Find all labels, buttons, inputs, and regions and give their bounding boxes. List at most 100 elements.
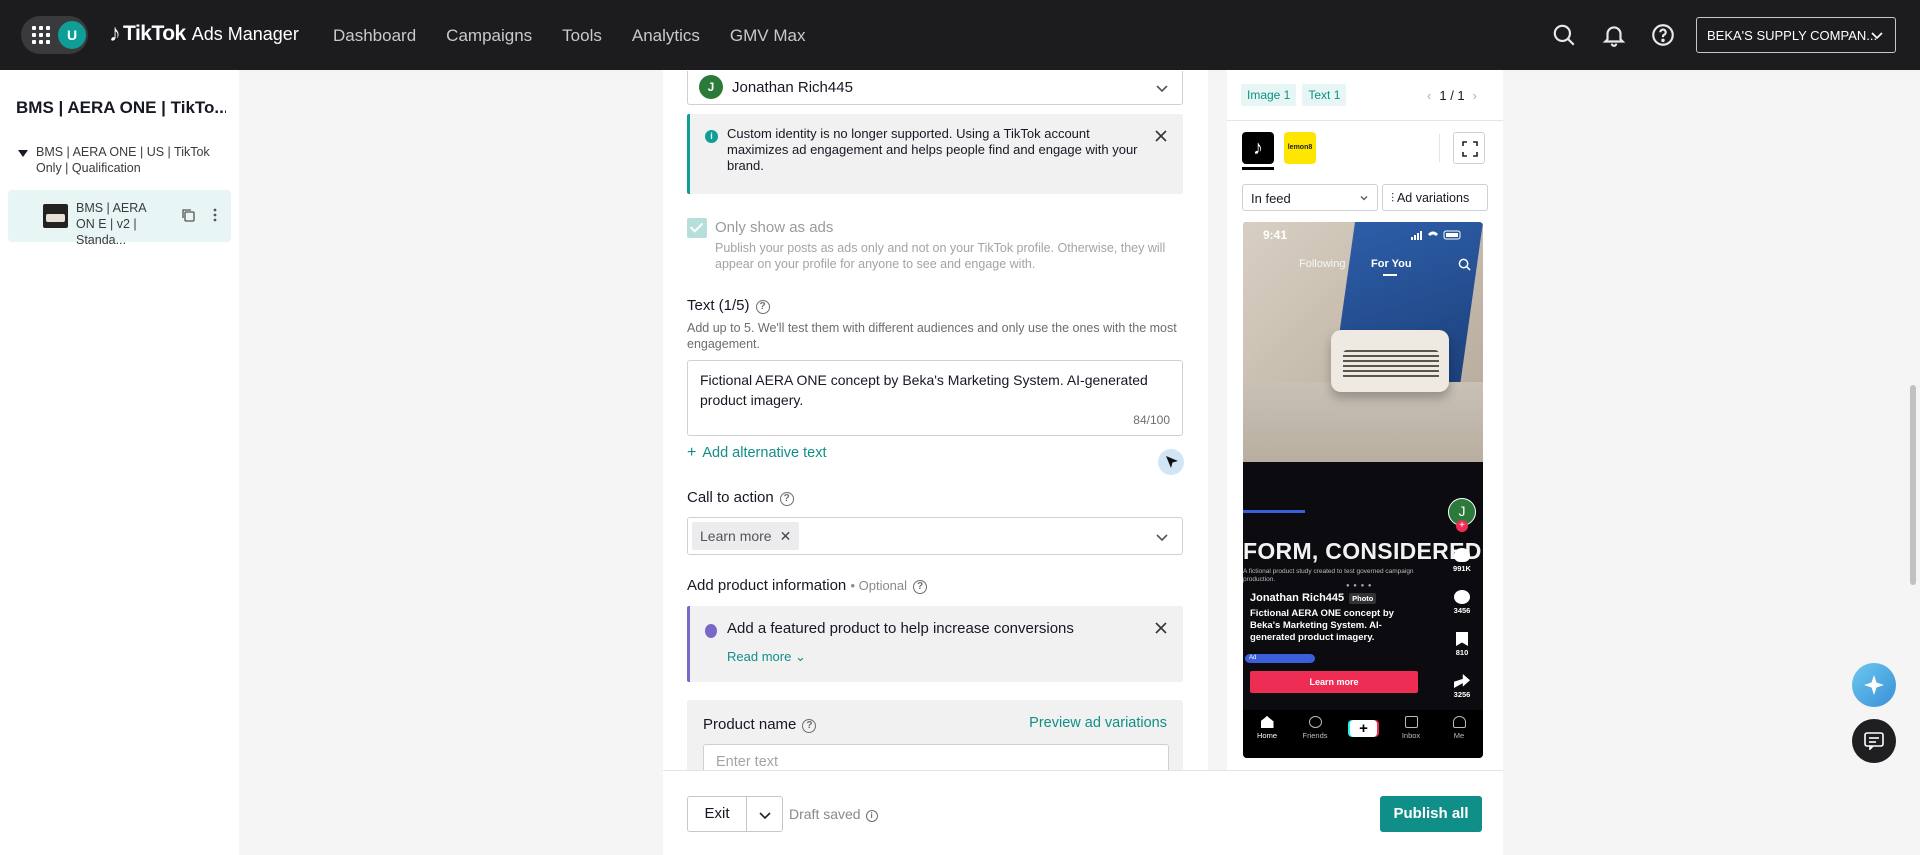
phone-ad-badge: Ad bbox=[1245, 654, 1315, 663]
nav-gmv-max[interactable]: GMV Max bbox=[730, 26, 806, 46]
help-icon[interactable]: ? bbox=[913, 580, 928, 594]
comments-count: 3456 bbox=[1453, 606, 1471, 615]
placement-value: In feed bbox=[1251, 191, 1291, 206]
app-switcher[interactable]: U bbox=[21, 16, 88, 54]
close-icon[interactable] bbox=[1155, 130, 1167, 142]
collapse-triangle-icon[interactable] bbox=[18, 150, 28, 157]
product-name-label: Product name? bbox=[703, 716, 817, 733]
campaign-title[interactable]: BMS | AERA ONE | TikTo... bbox=[16, 98, 226, 118]
preview-ad-variations-link[interactable]: Preview ad variations bbox=[1029, 715, 1167, 731]
pointer-icon bbox=[1166, 456, 1178, 468]
chevron-right-icon[interactable]: › bbox=[1473, 88, 1477, 103]
account-name: BEKA'S SUPPLY COMPAN... bbox=[1707, 28, 1878, 43]
nav-analytics[interactable]: Analytics bbox=[632, 26, 700, 46]
account-selector[interactable]: BEKA'S SUPPLY COMPAN... bbox=[1696, 17, 1896, 53]
cta-select[interactable]: Learn more ✕ bbox=[687, 517, 1183, 555]
optional-marker: • Optional bbox=[850, 578, 908, 593]
user-avatar[interactable]: U bbox=[58, 21, 86, 49]
ad-item-selected[interactable]: BMS | AERA ON E | v2 | Standa... bbox=[8, 190, 231, 247]
ai-assistant-button[interactable] bbox=[1852, 663, 1896, 707]
nav-me-label: Me bbox=[1453, 731, 1465, 740]
preview-tabs: Image 1 Text 1 bbox=[1241, 84, 1347, 106]
phone-tab-foryou: For You bbox=[1371, 258, 1412, 276]
phone-cta-button: Learn more bbox=[1250, 671, 1418, 693]
help-icon[interactable] bbox=[1650, 22, 1676, 48]
support-chat-button[interactable] bbox=[1852, 719, 1896, 763]
comment-icon: 3456 bbox=[1447, 590, 1477, 615]
image-product bbox=[1331, 330, 1449, 392]
create-plus-icon: + bbox=[1350, 720, 1377, 737]
chevron-down-icon bbox=[1360, 196, 1368, 201]
phone-small-text: A fictional product study created to tes… bbox=[1243, 568, 1414, 583]
help-icon[interactable]: ? bbox=[779, 492, 794, 506]
nav-dashboard[interactable]: Dashboard bbox=[333, 26, 416, 46]
identity-avatar: J bbox=[699, 75, 723, 99]
tab-image-1[interactable]: Image 1 bbox=[1241, 84, 1297, 106]
tab-text-1[interactable]: Text 1 bbox=[1302, 84, 1347, 106]
draft-status-text: Draft saved bbox=[789, 806, 861, 822]
placement-select[interactable]: In feed bbox=[1242, 184, 1378, 211]
phone-progress-bar bbox=[1243, 510, 1305, 513]
featured-product-notice: Add a featured product to help increase … bbox=[687, 606, 1183, 682]
bell-icon[interactable] bbox=[1601, 22, 1627, 48]
help-icon[interactable]: ? bbox=[755, 300, 770, 314]
nav-tools[interactable]: Tools bbox=[562, 26, 602, 46]
inbox-icon: Inbox bbox=[1391, 716, 1431, 740]
exit-button[interactable]: Exit bbox=[687, 796, 747, 832]
nav-campaigns[interactable]: Campaigns bbox=[446, 26, 532, 46]
phone-caption: Fictional AERA ONE concept by Beka's Mar… bbox=[1250, 608, 1394, 643]
help-icon[interactable]: ? bbox=[802, 719, 817, 733]
home-icon: Home bbox=[1247, 716, 1287, 740]
lemon8-placement-icon[interactable]: lemon8 bbox=[1284, 132, 1316, 164]
text-label: Text (1/5)? bbox=[687, 297, 770, 314]
mouse-cursor bbox=[1158, 449, 1184, 475]
brand-logo[interactable]: ♪ TikTok Ads Manager bbox=[109, 20, 299, 48]
chat-icon bbox=[1864, 732, 1884, 750]
heart-icon: 991K bbox=[1447, 548, 1477, 573]
apps-grid-icon[interactable] bbox=[32, 26, 50, 44]
lightbulb-icon bbox=[705, 624, 717, 638]
cta-label-text: Call to action bbox=[687, 489, 774, 506]
phone-bottom-nav: Home Friends + Inbox Me bbox=[1243, 710, 1483, 758]
phone-preview: 9:41 Following For You FORM, CONSIDERED … bbox=[1243, 222, 1483, 758]
phone-tab-following: Following bbox=[1299, 258, 1346, 270]
profile-icon: Me bbox=[1439, 716, 1479, 740]
optional-text: Optional bbox=[858, 578, 908, 593]
chevron-down-icon bbox=[759, 812, 771, 820]
share-icon: 3256 bbox=[1447, 674, 1477, 699]
read-more-link[interactable]: Read more ⌄ bbox=[727, 649, 806, 665]
brand-tiktok: TikTok bbox=[123, 22, 186, 45]
page-scrollbar[interactable] bbox=[1910, 385, 1916, 585]
product-info-label-text: Add product information bbox=[687, 577, 847, 594]
sparkle-icon bbox=[1864, 675, 1884, 695]
photo-badge: Photo bbox=[1349, 593, 1377, 604]
main-nav: Dashboard Campaigns Tools Analytics GMV … bbox=[333, 26, 835, 46]
close-icon[interactable] bbox=[1155, 622, 1167, 634]
ad-text-input[interactable]: Fictional AERA ONE concept by Beka's Mar… bbox=[687, 360, 1183, 436]
add-alternative-text-link[interactable]: + Add alternative text bbox=[687, 444, 826, 462]
preview-pager: ‹ 1 / 1 › bbox=[1427, 88, 1477, 103]
text-help: Add up to 5. We'll test them with differ… bbox=[687, 321, 1177, 351]
fullscreen-button[interactable] bbox=[1453, 132, 1485, 164]
ad-variations-button[interactable]: ⫶ Ad variations bbox=[1382, 184, 1488, 211]
tiktok-placement-icon[interactable]: ♪ bbox=[1242, 132, 1274, 164]
search-icon[interactable] bbox=[1551, 22, 1577, 48]
identity-select[interactable]: J Jonathan Rich445 bbox=[687, 71, 1183, 105]
exit-dropdown-button[interactable] bbox=[746, 796, 783, 832]
chevron-down-icon bbox=[1156, 85, 1168, 93]
duplicate-icon[interactable] bbox=[180, 207, 196, 223]
page-current: 1 bbox=[1439, 88, 1447, 103]
chevron-down-icon bbox=[1871, 32, 1883, 40]
product-name-label-text: Product name bbox=[703, 716, 797, 733]
bar-chart-icon: ⫶ bbox=[1391, 191, 1395, 205]
signal-battery-icon bbox=[1411, 230, 1461, 240]
only-show-as-ads-checkbox[interactable] bbox=[687, 218, 707, 238]
likes-count: 991K bbox=[1453, 564, 1471, 573]
info-icon[interactable]: i bbox=[865, 810, 878, 822]
ad-tree-sidebar: BMS | AERA ONE | TikTo... BMS | AERA ONE… bbox=[0, 70, 239, 855]
publish-all-button[interactable]: Publish all bbox=[1380, 796, 1482, 832]
only-show-as-ads-label: Only show as ads bbox=[715, 219, 834, 236]
chevron-left-icon[interactable]: ‹ bbox=[1427, 88, 1431, 103]
remove-tag-icon[interactable]: ✕ bbox=[780, 528, 792, 544]
more-vertical-icon[interactable] bbox=[212, 207, 218, 223]
